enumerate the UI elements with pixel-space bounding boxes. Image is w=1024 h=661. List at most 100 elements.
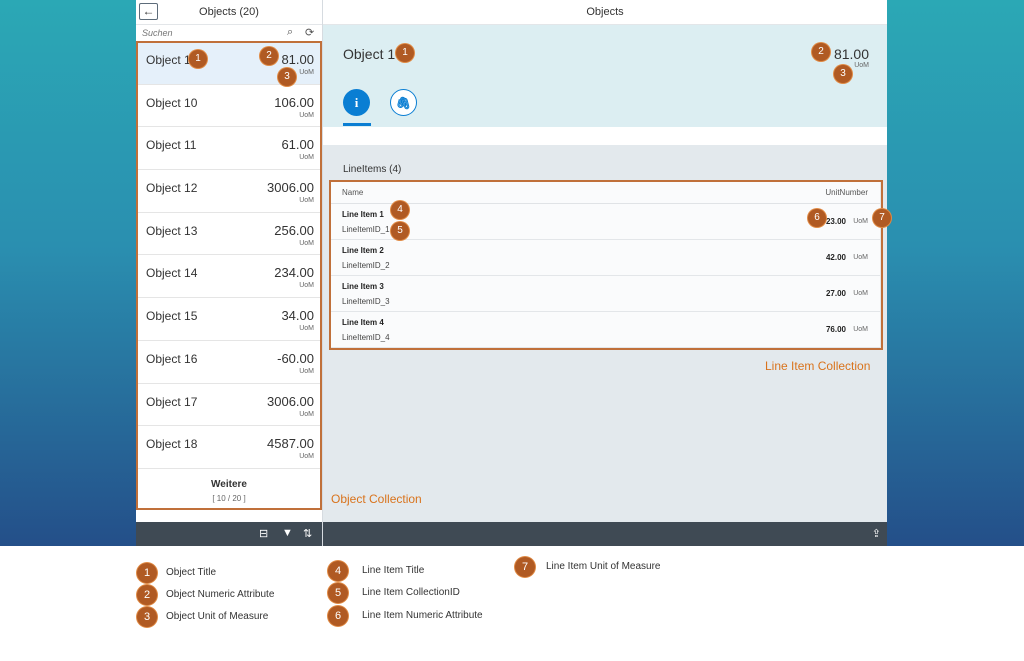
legend-badge-4: 4 xyxy=(328,561,348,581)
legend-label-3: Object Unit of Measure xyxy=(166,611,269,622)
active-tab-indicator xyxy=(343,123,371,126)
list-item-title: Object 16 xyxy=(146,351,198,366)
legend-badge-7: 7 xyxy=(515,557,535,577)
line-items-title: LineItems (4) xyxy=(343,164,402,175)
list-item-uom: UoM xyxy=(299,325,314,333)
line-items-table: Name UnitNumber Line Item 1 LineItemID_1… xyxy=(330,180,880,348)
group-icon[interactable]: ⊟ xyxy=(259,527,268,540)
line-item-id: LineItemID_3 xyxy=(342,297,390,306)
list-item-title: Object 11 xyxy=(146,138,197,153)
line-item-number: 23.00 xyxy=(825,217,846,226)
list-item-number: 3006.00 xyxy=(267,180,314,196)
annotation-badge-7: 7 xyxy=(873,209,891,227)
list-item[interactable]: Object 14 234.00 UoM xyxy=(136,255,322,299)
list-item[interactable]: Object 18 4587.00 UoM xyxy=(136,426,322,469)
column-header-unit: UnitNumber xyxy=(825,188,868,197)
legend-badge-5: 5 xyxy=(328,583,348,603)
annotation-badge-4: 4 xyxy=(391,201,409,219)
line-item-title: Line Item 2 xyxy=(342,246,384,255)
legend-label-1: Object Title xyxy=(166,567,217,578)
object-header: Object 1 81.00 UoM i 🖇 xyxy=(323,25,887,127)
list-item[interactable]: Object 10 106.00 UoM xyxy=(136,85,322,128)
sort-icon[interactable]: ⇅ xyxy=(303,527,312,540)
legend-label-4: Line Item Title xyxy=(362,565,425,576)
annotation-badge-3: 3 xyxy=(834,65,852,83)
table-row[interactable]: Line Item 1 LineItemID_1 23.00 UoM xyxy=(330,204,880,240)
list-item-uom: UoM xyxy=(299,111,314,119)
list-item-uom: UoM xyxy=(299,69,314,76)
list-item[interactable]: Object 17 3006.00 UoM xyxy=(136,384,322,427)
legend-label-5: Line Item CollectionID xyxy=(362,587,460,598)
table-row[interactable]: Line Item 4 LineItemID_4 76.00 UoM xyxy=(330,312,880,348)
line-item-title: Line Item 1 xyxy=(342,210,384,219)
table-row[interactable]: Line Item 3 LineItemID_3 27.00 UoM xyxy=(330,276,880,312)
object-uom: UoM xyxy=(854,62,869,69)
annotation-badge-5: 5 xyxy=(391,222,409,240)
list-item[interactable]: Object 12 3006.00 UoM xyxy=(136,170,322,213)
annotation-badge-2: 2 xyxy=(260,47,278,65)
legend-label-6: Line Item Numeric Attribute xyxy=(362,610,483,621)
header-separator xyxy=(323,127,887,145)
list-item-uom: UoM xyxy=(299,197,314,205)
legend: 1 Object Title 2 Object Numeric Attribut… xyxy=(0,546,1024,661)
list-item-uom: UoM xyxy=(299,239,314,247)
legend-label-2: Object Numeric Attribute xyxy=(166,589,275,600)
list-item[interactable]: Object 11 61.00 UoM xyxy=(136,127,322,171)
legend-badge-2: 2 xyxy=(137,585,157,605)
list-item-uom: UoM xyxy=(299,154,314,162)
annotation-badge-6: 6 xyxy=(808,209,826,227)
annotation-badge-1: 1 xyxy=(396,44,414,62)
more-label: Weitere xyxy=(211,479,247,490)
app-window: Objects (20) ← ⌕ ⟳ Object 1 81.00 UoM Ob… xyxy=(136,0,887,546)
line-item-uom: UoM xyxy=(853,218,868,225)
column-header-name: Name xyxy=(342,188,364,197)
line-item-uom: UoM xyxy=(853,290,868,297)
list-item[interactable]: Object 15 34.00 UoM xyxy=(136,298,322,341)
table-row[interactable]: Line Item 2 LineItemID_2 42.00 UoM xyxy=(330,240,880,276)
list-item-number: 61.00 xyxy=(281,137,314,153)
list-item-number: 234.00 xyxy=(274,265,314,281)
list-item-uom: UoM xyxy=(299,453,314,461)
share-icon[interactable]: ⇪ xyxy=(872,527,881,540)
detail-pane: Objects Object 1 81.00 UoM i 🖇 LineItems… xyxy=(323,0,887,546)
attachment-icon[interactable]: 🖇 xyxy=(390,89,417,116)
list-item[interactable]: Object 16 -60.00 UoM xyxy=(136,341,322,384)
search-input[interactable] xyxy=(142,26,272,40)
more-button[interactable]: Weitere [ 10 / 20 ] xyxy=(136,470,322,510)
refresh-icon[interactable]: ⟳ xyxy=(305,26,314,39)
legend-badge-6: 6 xyxy=(328,606,348,626)
line-item-title: Line Item 4 xyxy=(342,318,384,327)
info-icon[interactable]: i xyxy=(343,89,370,116)
line-item-uom: UoM xyxy=(853,326,868,333)
list-item-number: 256.00 xyxy=(274,222,314,238)
master-footer: ⊟ ▼ ⇅ xyxy=(136,522,322,546)
list-item-uom: UoM xyxy=(299,367,314,375)
more-count: [ 10 / 20 ] xyxy=(212,494,246,503)
object-number: 81.00 xyxy=(833,46,869,62)
legend-badge-1: 1 xyxy=(137,563,157,583)
master-title: Objects (20) xyxy=(199,6,259,18)
list-item-number: 34.00 xyxy=(281,308,314,324)
list-item-number: 4587.00 xyxy=(267,436,314,452)
list-item-title: Object 14 xyxy=(146,266,198,281)
list-item-title: Object 13 xyxy=(146,223,198,238)
list-item-number: -60.00 xyxy=(277,350,314,366)
list-item-title: Object 15 xyxy=(146,309,198,324)
list-item-title: Object 1 xyxy=(146,53,191,67)
list-item[interactable]: Object 13 256.00 UoM xyxy=(136,213,322,256)
list-item-number: 3006.00 xyxy=(267,393,314,409)
search-bar: ⌕ ⟳ xyxy=(136,25,322,41)
filter-icon[interactable]: ▼ xyxy=(282,527,293,539)
list-item-number: 106.00 xyxy=(274,94,314,110)
line-item-number: 76.00 xyxy=(825,325,846,334)
master-header: Objects (20) ← xyxy=(136,0,322,25)
search-icon[interactable]: ⌕ xyxy=(287,26,293,39)
legend-badge-3: 3 xyxy=(137,607,157,627)
back-arrow-icon[interactable]: ← xyxy=(139,3,158,20)
line-item-title: Line Item 3 xyxy=(342,282,384,291)
object-list: Object 1 81.00 UoM Object 10 106.00 UoM … xyxy=(136,42,322,469)
annotation-badge-3: 3 xyxy=(278,68,296,86)
legend-label-7: Line Item Unit of Measure xyxy=(546,561,661,572)
line-item-id: LineItemID_2 xyxy=(342,261,390,270)
list-item-uom: UoM xyxy=(299,282,314,290)
